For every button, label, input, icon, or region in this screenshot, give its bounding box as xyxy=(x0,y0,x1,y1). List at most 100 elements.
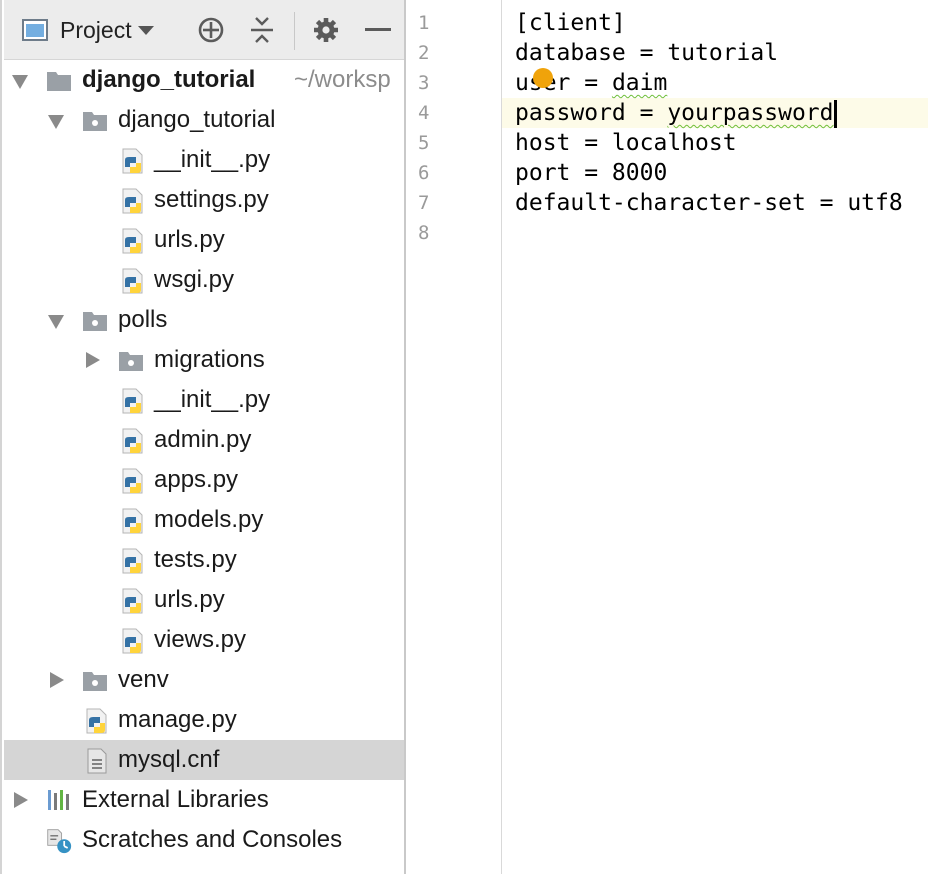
tree-item-label: tests.py xyxy=(154,546,237,573)
expanded-arrow-icon[interactable] xyxy=(48,112,64,129)
tree-item-label: __init__.py xyxy=(154,386,271,413)
code-line: [client] xyxy=(515,8,626,38)
tree-item-label: views.py xyxy=(154,626,247,653)
line-number: 6 xyxy=(418,162,430,184)
tree-item-label: __init__.py xyxy=(154,146,271,173)
collapsed-arrow-icon[interactable] xyxy=(84,352,100,368)
tree-item-label: venv xyxy=(118,666,169,693)
code-text: database = tutorial xyxy=(515,40,779,66)
code-line: port = 8000 xyxy=(515,158,667,188)
tree-item-label: External Libraries xyxy=(82,786,269,813)
python-file-icon xyxy=(122,588,143,614)
tree-item-init-py[interactable]: __init__.py xyxy=(4,140,406,180)
tree-item-label: wsgi.py xyxy=(154,266,235,293)
text-file-icon xyxy=(87,748,107,774)
package-folder-icon xyxy=(83,672,107,691)
code-text: port = 8000 xyxy=(515,160,668,186)
code-editor[interactable]: 1 2 3 4 5 6 7 8 [client] database = tuto… xyxy=(406,0,928,874)
expanded-arrow-icon[interactable] xyxy=(48,312,64,329)
tree-item-label: django_tutorial xyxy=(118,106,276,133)
python-file-icon xyxy=(86,708,107,734)
tree-item-label: apps.py xyxy=(154,466,239,493)
collapsed-arrow-icon[interactable] xyxy=(48,672,64,688)
project-view-label: Project xyxy=(60,16,132,43)
line-number: 3 xyxy=(418,72,430,94)
code-text: host = localhost xyxy=(515,130,737,156)
python-file-icon xyxy=(122,188,143,214)
package-folder-icon xyxy=(83,112,107,131)
tree-item-tests-py[interactable]: tests.py xyxy=(4,540,406,580)
hide-button[interactable] xyxy=(361,13,395,47)
tree-item-wsgi-py[interactable]: wsgi.py xyxy=(4,260,406,300)
intention-bulb-icon[interactable] xyxy=(533,68,553,88)
project-view-icon xyxy=(22,19,48,41)
line-number: 4 xyxy=(418,102,430,124)
code-text: password = xyxy=(515,100,668,126)
project-toolbar: Project xyxy=(4,0,406,60)
code-text: user = xyxy=(515,70,612,96)
line-number: 2 xyxy=(418,42,430,64)
hide-icon xyxy=(365,28,391,31)
tree-item-polls-package[interactable]: polls xyxy=(4,300,406,340)
project-path: ~/worksp xyxy=(294,66,391,93)
tree-item-label: django_tutorial xyxy=(82,66,256,93)
settings-button[interactable] xyxy=(309,13,343,47)
tree-item-migrations[interactable]: migrations xyxy=(4,340,406,380)
python-file-icon xyxy=(122,388,143,414)
tree-item-urls-py[interactable]: urls.py xyxy=(4,580,406,620)
tree-item-external-libraries[interactable]: External Libraries xyxy=(4,780,406,820)
tree-item-apps-py[interactable]: apps.py xyxy=(4,460,406,500)
code-line: database = tutorial xyxy=(515,38,778,68)
python-file-icon xyxy=(122,228,143,254)
tree-item-label: migrations xyxy=(154,346,265,373)
locate-button[interactable] xyxy=(194,13,228,47)
toolbar-separator xyxy=(294,12,295,50)
line-number: 1 xyxy=(418,12,430,34)
ide-window: Project django_tutorial ~/worksp django_… xyxy=(0,0,928,874)
code-line: host = localhost xyxy=(515,128,737,158)
scratches-icon xyxy=(47,829,72,854)
python-file-icon xyxy=(122,468,143,494)
tree-item-label: settings.py xyxy=(154,186,269,213)
tree-item-init-py[interactable]: __init__.py xyxy=(4,380,406,420)
text-cursor xyxy=(834,100,837,128)
tree-item-mysql-cnf[interactable]: mysql.cnf xyxy=(4,740,406,780)
python-file-icon xyxy=(122,428,143,454)
tree-item-venv[interactable]: venv xyxy=(4,660,406,700)
project-tool-window: Project django_tutorial ~/worksp django_… xyxy=(0,0,406,874)
tree-item-manage-py[interactable]: manage.py xyxy=(4,700,406,740)
tree-item-admin-py[interactable]: admin.py xyxy=(4,420,406,460)
python-file-icon xyxy=(122,148,143,174)
code-line: default-character-set = utf8 xyxy=(515,188,903,218)
tree-item-scratches-and-consoles[interactable]: Scratches and Consoles xyxy=(4,820,406,860)
code-line-current: password = yourpassword xyxy=(515,98,834,128)
python-file-icon xyxy=(122,268,143,294)
spellcheck-word: yourpassword xyxy=(667,100,834,126)
collapse-all-button[interactable] xyxy=(245,13,279,47)
tree-item-django-tutorial-package[interactable]: django_tutorial xyxy=(4,100,406,140)
tree-item-root[interactable]: django_tutorial ~/worksp xyxy=(4,60,406,100)
tree-item-models-py[interactable]: models.py xyxy=(4,500,406,540)
tree-item-settings-py[interactable]: settings.py xyxy=(4,180,406,220)
tree-item-label: admin.py xyxy=(154,426,252,453)
tree-item-urls-py[interactable]: urls.py xyxy=(4,220,406,260)
line-number: 5 xyxy=(418,132,430,154)
tree-item-label: urls.py xyxy=(154,226,225,253)
project-view-selector[interactable]: Project xyxy=(22,13,174,47)
locate-icon xyxy=(198,17,224,43)
expanded-arrow-icon[interactable] xyxy=(12,72,28,89)
package-folder-icon xyxy=(119,352,143,371)
tree-item-label: polls xyxy=(118,306,168,333)
tree-item-label: models.py xyxy=(154,506,264,533)
spellcheck-word: daim xyxy=(611,70,668,96)
folder-icon xyxy=(47,72,71,91)
code-text: [client] xyxy=(515,10,626,36)
editor-gutter[interactable]: 1 2 3 4 5 6 7 8 xyxy=(406,0,502,874)
tree-item-label: urls.py xyxy=(154,586,225,613)
gear-icon xyxy=(314,18,338,42)
tree-item-label: manage.py xyxy=(118,706,237,733)
tree-item-views-py[interactable]: views.py xyxy=(4,620,406,660)
libraries-icon xyxy=(48,790,69,810)
tree-item-label: Scratches and Consoles xyxy=(82,826,343,853)
collapsed-arrow-icon[interactable] xyxy=(12,792,28,808)
